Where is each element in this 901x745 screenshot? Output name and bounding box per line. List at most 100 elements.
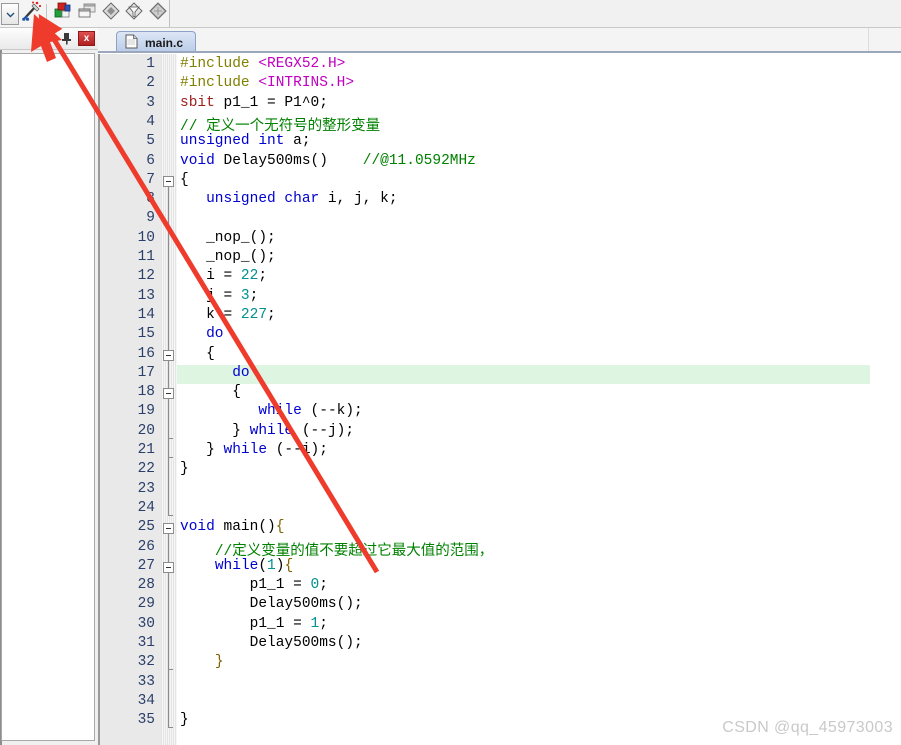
code-line-text: sbit p1_1 = P1^0; (180, 94, 328, 111)
line-number: 25 (137, 519, 155, 536)
code-line-text: { (180, 345, 215, 362)
line-number: 3 (146, 94, 155, 111)
build-all-button[interactable] (52, 2, 74, 25)
tab-main-c[interactable]: main.c (116, 31, 197, 53)
code-line[interactable]: 23 (98, 481, 901, 500)
toolbar-button-group (0, 0, 170, 27)
line-number: 13 (137, 287, 155, 304)
code-line-text: do (232, 364, 250, 381)
code-line[interactable]: 33 (98, 674, 901, 693)
code-line-text: unsigned char i, j, k; (206, 191, 398, 208)
stacked-windows-icon (77, 2, 97, 25)
code-line-text: } while (--j); (180, 422, 355, 439)
code-line-text: p1_1 = 0; (180, 577, 328, 594)
code-line[interactable]: 7{ (98, 172, 901, 191)
code-line[interactable]: 28 p1_1 = 0; (98, 577, 901, 596)
code-line-text: _nop_(); (180, 249, 276, 265)
code-line[interactable]: 8 unsigned char i, j, k; (98, 191, 901, 210)
editor-region: main.c 1 #include <REGX52.H> 2 #include <IN… (98, 28, 901, 745)
code-line[interactable]: 10 _nop_(); (98, 230, 901, 249)
line-number: 27 (137, 557, 155, 574)
pin-icon[interactable] (59, 31, 74, 46)
line-number: 14 (137, 306, 155, 323)
code-line-text: while (--k); (258, 403, 363, 420)
line-number: 31 (137, 635, 155, 651)
code-line-text: while(1){ (214, 557, 294, 574)
code-line[interactable]: 13 j = 3; (98, 288, 901, 307)
line-number: 2 (146, 75, 155, 92)
code-line[interactable]: 20 } while (--j); (98, 423, 901, 442)
diamond-mesh-icon (148, 1, 168, 26)
code-line[interactable]: 2 #include <INTRINS.H> (98, 75, 901, 94)
translate-button[interactable] (100, 2, 122, 25)
build-target-button[interactable] (21, 1, 43, 25)
code-line[interactable]: 9 (98, 210, 901, 229)
code-line[interactable]: 32 } (98, 654, 901, 673)
code-line[interactable]: 18 { (98, 384, 901, 403)
code-line-text: { (180, 384, 241, 401)
download-button[interactable] (123, 2, 145, 25)
code-line-text: i = 22; (180, 268, 268, 285)
line-number: 23 (137, 480, 155, 497)
code-line-text: //定义变量的值不要超过它最大值的范围， (214, 543, 494, 560)
line-number: 19 (137, 403, 155, 420)
panel-close-button[interactable]: x (78, 31, 95, 46)
tab-label: main.c (145, 35, 184, 50)
code-line-text: unsigned int a; (180, 133, 311, 150)
code-line[interactable]: 6 void Delay500ms() //@11.0592MHz (98, 153, 901, 172)
line-number: 33 (137, 673, 155, 690)
line-number: 6 (146, 152, 155, 169)
line-number: 35 (137, 712, 155, 729)
code-line[interactable]: 22} (98, 461, 901, 480)
code-line[interactable]: 12 i = 22; (98, 268, 901, 287)
code-editor-surface[interactable]: 1 #include <REGX52.H> 2 #include <INTRINS.H… (98, 53, 901, 745)
code-line[interactable]: 3 sbit p1_1 = P1^0; (98, 95, 901, 114)
batch-build-button[interactable] (76, 2, 98, 25)
code-line-text: Delay500ms(); (180, 596, 363, 613)
code-line-text: void Delay500ms() //@11.0592MHz (180, 152, 476, 169)
code-line[interactable]: 34 (98, 693, 901, 712)
code-line[interactable]: 14 k = 227; (98, 307, 901, 326)
code-line[interactable]: 24 (98, 500, 901, 519)
code-line-text: { (180, 171, 189, 188)
code-line[interactable]: 11 _nop_(); (98, 249, 901, 268)
right-tabstrip-filler (870, 28, 901, 53)
code-line-text: } while (--i); (180, 442, 328, 458)
line-number: 32 (137, 654, 155, 671)
line-number: 30 (137, 615, 155, 632)
code-line-text: p1_1 = 1; (180, 615, 328, 632)
code-line[interactable]: 4 // 定义一个无符号的整形变量 (98, 114, 901, 135)
target-combo-button[interactable] (1, 2, 20, 25)
code-line[interactable]: 5 unsigned int a; (98, 133, 901, 152)
line-number: 15 (137, 326, 155, 343)
code-line[interactable]: 29 Delay500ms(); (98, 596, 901, 615)
code-line[interactable]: 27 while(1){ (98, 558, 901, 577)
code-line[interactable]: 19 while (--k); (98, 403, 901, 422)
code-line[interactable]: 16 { (98, 346, 901, 365)
code-line-text: } (180, 712, 189, 729)
panel-titlebar: x (0, 28, 98, 50)
diamond-gray-icon (101, 1, 121, 26)
project-tree-body[interactable] (1, 53, 95, 741)
code-line[interactable]: 21 } while (--i); (98, 442, 901, 461)
code-line[interactable]: 17 do (98, 365, 901, 384)
code-line[interactable]: 15 do (98, 326, 901, 345)
code-line-text: void main(){ (180, 519, 285, 536)
manage-project-button[interactable] (147, 2, 169, 25)
line-number: 29 (137, 596, 155, 613)
code-line-text: #include <REGX52.H> (180, 56, 346, 72)
code-line-text: _nop_(); (180, 229, 276, 246)
code-line[interactable]: 31 Delay500ms(); (98, 635, 901, 654)
line-number: 34 (137, 692, 155, 709)
code-line-text: j = 3; (180, 287, 259, 304)
code-line[interactable]: 1 #include <REGX52.H> (98, 56, 901, 75)
code-line[interactable]: 25 void main(){ (98, 519, 901, 538)
code-line[interactable]: 26 //定义变量的值不要超过它最大值的范围， (98, 539, 901, 560)
right-edge-strip (870, 28, 901, 745)
colored-blocks-icon (53, 2, 73, 25)
document-icon (125, 34, 138, 52)
main-toolbar (0, 0, 901, 28)
code-line[interactable]: 30 p1_1 = 1; (98, 616, 901, 635)
line-number: 17 (137, 364, 155, 381)
line-number: 24 (137, 499, 155, 516)
